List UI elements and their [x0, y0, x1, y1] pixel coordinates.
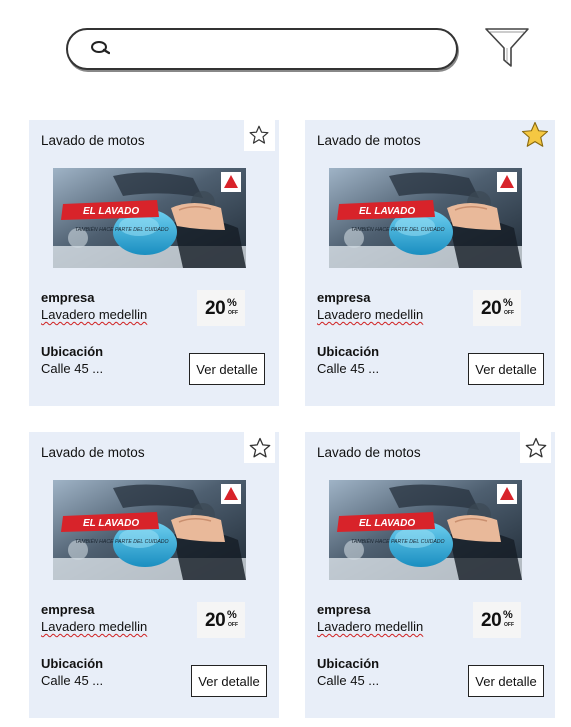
location-value: Calle 45 ... — [317, 361, 380, 376]
company-value: Lavadero medellin — [317, 307, 423, 322]
company-value: Lavadero medellin — [41, 619, 147, 634]
location-label: Ubicación — [41, 344, 104, 359]
view-detail-button[interactable]: Ver detalle — [191, 665, 267, 697]
filter-icon[interactable] — [484, 26, 530, 70]
banner-tagline: TAMBIÉN HACE PARTE DEL CUIDADO — [75, 226, 169, 233]
moto-wash-photo: EL LAVADO TAMBIÉN HACE PARTE DEL CUIDADO — [53, 168, 246, 268]
company-name: Lavadero medellin — [317, 307, 424, 322]
banner-text: EL LAVADO — [359, 206, 415, 217]
favorite-toggle[interactable] — [520, 432, 551, 463]
card-title: Lavado de motos — [317, 133, 421, 148]
discount-number: 20 — [205, 298, 226, 319]
star-outline-icon — [249, 125, 269, 144]
moto-wash-photo: EL LAVADO TAMBIÉN HACE PARTE DEL CUIDADO — [329, 480, 522, 580]
location-value: Calle 45 ... — [41, 361, 104, 376]
location-label: Ubicación — [317, 656, 380, 671]
card-image: EL LAVADO TAMBIÉN HACE PARTE DEL CUIDADO — [329, 480, 522, 580]
discount-number: 20 — [205, 610, 226, 631]
discount-off: OFF — [504, 622, 514, 628]
star-outline-icon — [249, 437, 271, 458]
banner-text: EL LAVADO — [83, 206, 139, 217]
card-image: EL LAVADO TAMBIÉN HACE PARTE DEL CUIDADO — [53, 480, 246, 580]
company-label: empresa — [41, 602, 95, 617]
favorite-toggle[interactable] — [244, 432, 275, 463]
discount-off: OFF — [228, 310, 238, 316]
company-name: Lavadero medellin — [317, 619, 424, 634]
discount-badge: 20 % OFF — [197, 602, 245, 638]
product-card: Lavado de motos EL LAVADO TAMBIÉN HACE PA… — [29, 432, 279, 718]
location-label: Ubicación — [41, 656, 104, 671]
product-card: Lavado de motos EL LAVADO TAMBIÉN HACE PA… — [29, 120, 279, 406]
search-input[interactable] — [120, 36, 444, 64]
banner-text: EL LAVADO — [83, 518, 139, 529]
star-filled-icon — [521, 121, 549, 147]
discount-percent: % — [503, 609, 513, 621]
discount-number: 20 — [481, 298, 502, 319]
discount-percent: % — [227, 297, 237, 309]
company-value: Lavadero medellin — [41, 307, 147, 322]
product-card: Lavado de motos EL LAVADO TAMBIÉN HACE PA… — [305, 432, 555, 718]
discount-off: OFF — [504, 310, 514, 316]
favorite-toggle[interactable] — [520, 120, 551, 151]
view-detail-button[interactable]: Ver detalle — [468, 353, 544, 385]
card-title: Lavado de motos — [317, 445, 421, 460]
company-label: empresa — [317, 290, 371, 305]
banner-tagline: TAMBIÉN HACE PARTE DEL CUIDADO — [351, 538, 445, 545]
banner-tagline: TAMBIÉN HACE PARTE DEL CUIDADO — [75, 538, 169, 545]
discount-badge: 20 % OFF — [473, 602, 521, 638]
favorite-toggle[interactable] — [244, 120, 275, 151]
banner-tagline: TAMBIÉN HACE PARTE DEL CUIDADO — [351, 226, 445, 233]
discount-badge: 20 % OFF — [473, 290, 521, 326]
card-title: Lavado de motos — [41, 133, 145, 148]
search-icon — [91, 41, 110, 55]
star-outline-icon — [525, 437, 547, 458]
discount-number: 20 — [481, 610, 502, 631]
banner-text: EL LAVADO — [359, 518, 415, 529]
moto-wash-photo: EL LAVADO TAMBIÉN HACE PARTE DEL CUIDADO — [53, 480, 246, 580]
view-detail-button[interactable]: Ver detalle — [189, 353, 265, 385]
location-value: Calle 45 ... — [317, 673, 380, 688]
moto-wash-photo: EL LAVADO TAMBIÉN HACE PARTE DEL CUIDADO — [329, 168, 522, 268]
product-card: Lavado de motos EL LAVADO TAMBIÉN HACE PA… — [305, 120, 555, 406]
company-name: Lavadero medellin — [41, 307, 148, 322]
company-name: Lavadero medellin — [41, 619, 148, 634]
discount-badge: 20 % OFF — [197, 290, 245, 326]
discount-off: OFF — [228, 622, 238, 628]
search-bar[interactable] — [66, 28, 458, 70]
company-value: Lavadero medellin — [317, 619, 423, 634]
card-image: EL LAVADO TAMBIÉN HACE PARTE DEL CUIDADO — [329, 168, 522, 268]
location-label: Ubicación — [317, 344, 380, 359]
card-image: EL LAVADO TAMBIÉN HACE PARTE DEL CUIDADO — [53, 168, 246, 268]
discount-percent: % — [503, 297, 513, 309]
card-title: Lavado de motos — [41, 445, 145, 460]
company-label: empresa — [41, 290, 95, 305]
company-label: empresa — [317, 602, 371, 617]
location-value: Calle 45 ... — [41, 673, 104, 688]
discount-percent: % — [227, 609, 237, 621]
view-detail-button[interactable]: Ver detalle — [468, 665, 544, 697]
